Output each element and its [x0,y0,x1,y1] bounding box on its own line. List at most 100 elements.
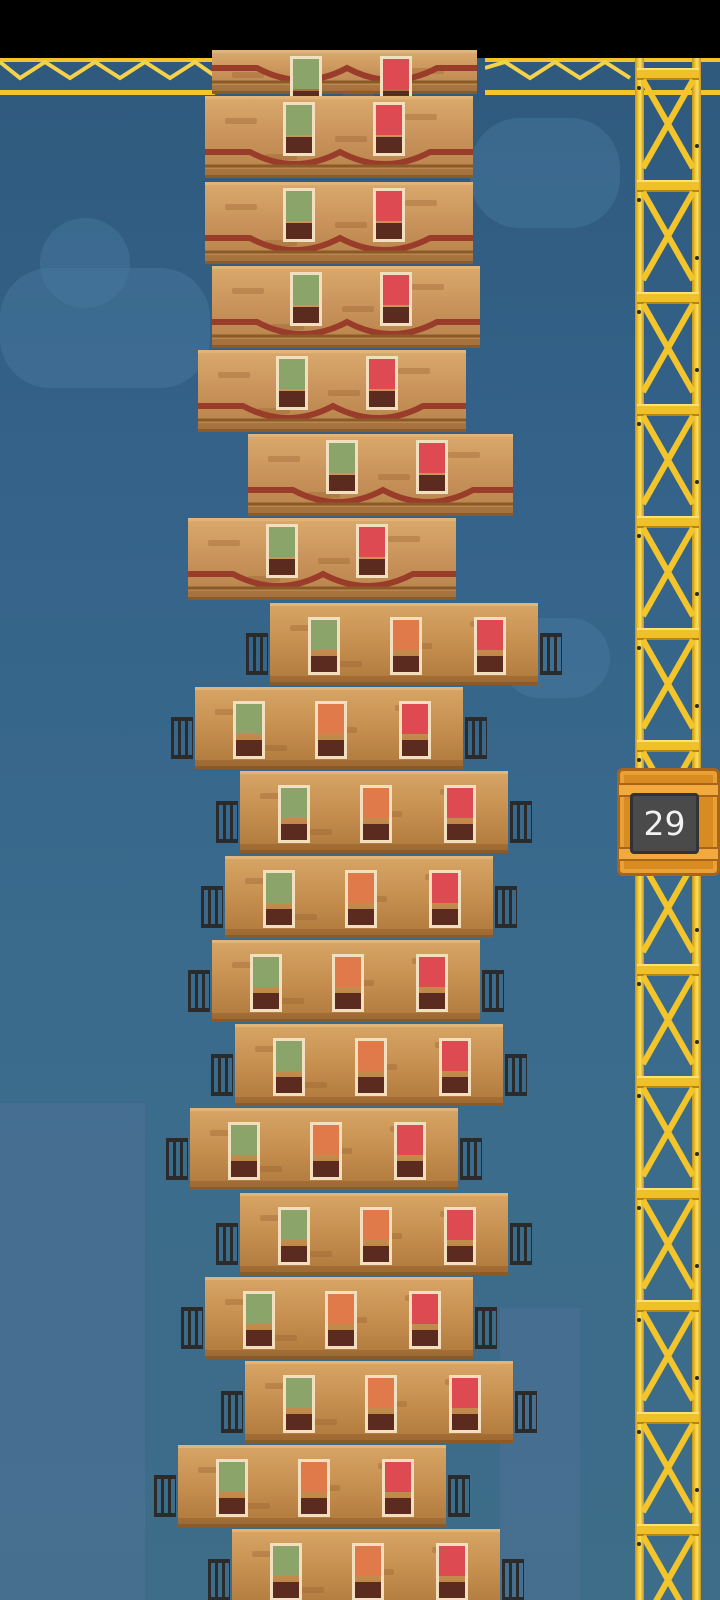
window [250,954,282,1012]
window-shade [301,1498,327,1514]
window [365,1375,397,1433]
background-building [500,1308,580,1600]
brick-detail [225,204,257,210]
floor-counter: 29 [617,768,720,876]
window [399,701,431,759]
fire-escape-balcony [482,970,504,1012]
mast-rivet [637,422,641,426]
window-pane [328,1294,354,1324]
window [366,356,398,410]
mast-rivet [637,1094,641,1098]
brick-detail [388,536,420,542]
window [216,1459,248,1517]
window-pane [313,1125,339,1155]
window [283,188,315,242]
window-shade [348,909,374,925]
fire-escape-balcony [505,1054,527,1096]
window-pane [311,620,337,650]
window-pane [231,1125,257,1155]
window [243,1291,275,1349]
window-shade [311,656,337,672]
mast-bracing [640,302,696,394]
mast-segment [633,1076,703,1188]
fire-escape-balcony [475,1307,497,1349]
window [266,524,298,578]
window-pane [393,620,419,650]
window [360,1207,392,1265]
mast-segment [633,404,703,516]
window-pane [348,873,374,903]
window-pane [318,704,344,734]
window-pane [286,105,312,135]
window-shade [477,656,503,672]
brick-detail [268,456,300,462]
mast-rivet [695,480,699,484]
tower-floor [171,687,487,769]
tower-floor [188,940,504,1022]
fire-escape-balcony [154,1475,176,1517]
window-pane [253,957,279,987]
mast-bracing [640,526,696,618]
window-shade [369,391,395,407]
window-pane [432,873,458,903]
window-shade [376,137,402,153]
window [278,1207,310,1265]
window-pane [369,359,395,389]
window [310,1122,342,1180]
tower-floor [188,518,456,600]
mast-bracing [640,1310,696,1402]
tower-floor [166,1108,482,1190]
window-shade [318,740,344,756]
cloud [40,218,130,308]
brick-detail [232,288,264,294]
tower-floor [208,1529,524,1600]
tower-floor [201,856,517,938]
mast-segment [633,1524,703,1600]
window-pane [402,704,428,734]
window-pane [376,105,402,135]
window-pane [279,359,305,389]
window [270,1543,302,1600]
window-shade [281,824,307,840]
mast-segment [633,628,703,740]
game-scene[interactable]: 29 [0,0,720,1600]
window-pane [269,527,295,557]
mast-rivet [637,534,641,538]
window-shade [363,1246,389,1262]
window-pane [383,275,409,305]
window-pane [412,1294,438,1324]
window [416,440,448,494]
window-shade [368,1414,394,1430]
mast-bracing [640,78,696,170]
window-shade [281,1246,307,1262]
window [345,870,377,928]
window [360,785,392,843]
tower-floor [205,182,473,264]
brick-detail [225,118,257,124]
mast-segment [633,516,703,628]
fire-escape-balcony [166,1138,188,1180]
window [325,1291,357,1349]
window-pane [219,1462,245,1492]
brick-detail [218,372,250,378]
window-pane [397,1125,423,1155]
window [228,1122,260,1180]
window-shade [412,1330,438,1346]
window-shade [363,824,389,840]
fire-escape-balcony [460,1138,482,1180]
window [444,1207,476,1265]
window [474,617,506,675]
mast-rivet [695,368,699,372]
window-pane [273,1546,299,1576]
mast-rivet [695,256,699,260]
mast-rivet [637,198,641,202]
fire-escape-balcony [171,717,193,759]
mast-segment [633,1300,703,1412]
window-shade [376,223,402,239]
fire-escape-balcony [188,970,210,1012]
brick-detail [412,284,444,290]
window-pane [293,59,319,89]
mast-rivet [637,982,641,986]
window-shade [273,1582,299,1598]
arch-band [205,234,473,254]
